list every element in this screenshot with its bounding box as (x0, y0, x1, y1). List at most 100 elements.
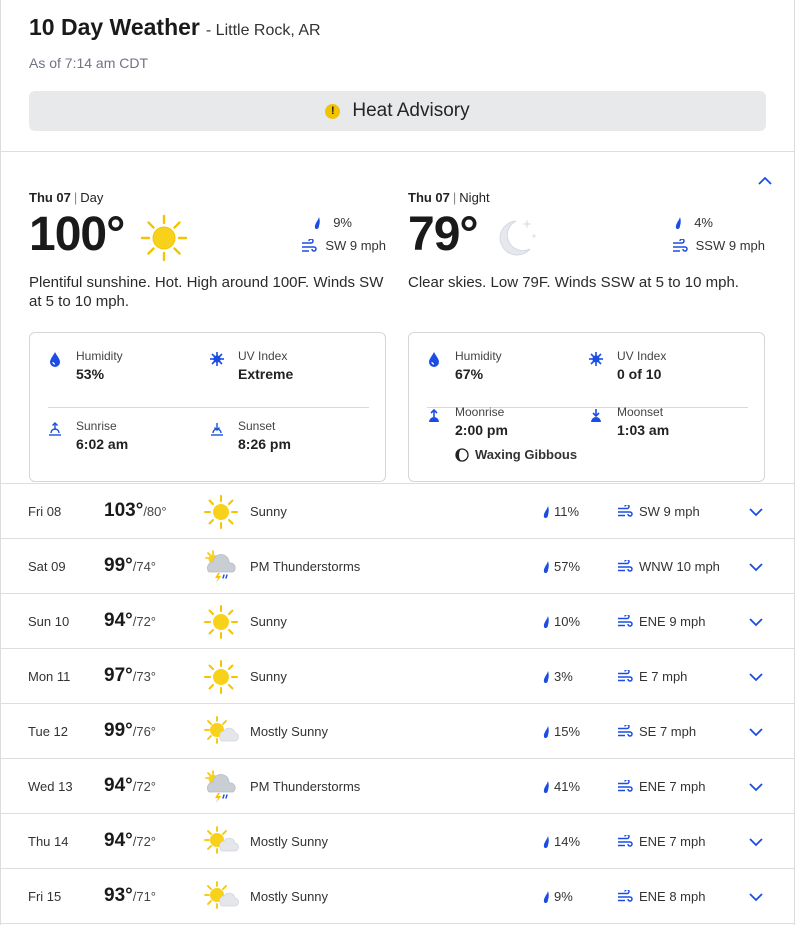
row-low-temp: /72° (132, 834, 157, 849)
raindrop-icon (315, 216, 320, 229)
page-title: 10 Day Weather (29, 14, 200, 40)
mostly-sunny-icon (203, 824, 239, 860)
row-wind-value: WNW 10 mph (639, 559, 720, 574)
night-mini-stats: 4% SSW 9 mph (670, 211, 765, 257)
row-wind-value: ENE 9 mph (639, 614, 706, 629)
row-precip-value: 57% (554, 559, 581, 574)
row-wind: ENE 7 mph (617, 779, 705, 794)
row-wind-value: ENE 7 mph (639, 834, 706, 849)
wind-icon (672, 238, 688, 252)
row-low-temp: /73° (132, 669, 157, 684)
moon-icon (499, 219, 537, 256)
row-wind: E 7 mph (617, 669, 687, 684)
row-wind: ENE 9 mph (617, 614, 705, 629)
row-precip-value: 11% (554, 504, 580, 519)
sun-icon (140, 214, 188, 262)
chevron-down-icon[interactable] (747, 668, 765, 686)
row-condition: PM Thunderstorms (250, 559, 361, 574)
uv-icon (210, 352, 224, 366)
row-high-temp: 93° (104, 885, 133, 906)
forecast-row[interactable]: Wed 13 94°/72° PM Thunderstorms 41% ENE … (1, 759, 794, 814)
chevron-up-icon[interactable] (756, 172, 774, 190)
row-date: Sun 10 (28, 614, 70, 629)
row-date: Thu 14 (28, 834, 69, 849)
alert-icon: ! (325, 103, 341, 119)
wind-icon (618, 615, 633, 627)
day-narrative: Plentiful sunshine. Hot. High around 100… (29, 274, 384, 310)
night-uv-value: 0 of 10 (617, 366, 662, 382)
mostly-sunny-icon (203, 879, 239, 915)
night-period: Night (459, 190, 490, 205)
row-high-temp: 97° (104, 665, 133, 686)
wind-icon (618, 725, 633, 737)
row-wind-value: SW 9 mph (639, 504, 700, 519)
wind-icon (618, 835, 633, 847)
night-temp: 79° (408, 208, 479, 261)
title-row: 10 Day Weather - Little Rock, AR (29, 14, 766, 41)
day-temp-row: 100° 9% SW 9 mph (29, 207, 386, 267)
forecast-row[interactable]: Fri 15 93°/71° Mostly Sunny 9% ENE 8 mph (1, 869, 794, 924)
forecast-row[interactable]: Sat 09 99°/74° PM Thunderstorms 57% WNW … (1, 539, 794, 594)
day-humidity-value: 53% (76, 366, 105, 382)
chevron-down-icon[interactable] (747, 888, 765, 906)
forecast-row[interactable]: Mon 11 97°/73° Sunny 3% E 7 mph (1, 649, 794, 704)
forecast-row[interactable]: Fri 08 103°/80° Sunny 11% SW 9 mph (1, 484, 794, 539)
row-date: Fri 15 (28, 889, 62, 904)
row-wind-value: ENE 8 mph (639, 889, 706, 904)
row-precip: 11% (540, 504, 579, 519)
row-temps: 94°/72° (104, 610, 156, 632)
night-humidity-label: Humidity (455, 349, 502, 363)
row-precip: 15% (540, 724, 580, 739)
chevron-down-icon[interactable] (747, 833, 765, 851)
humidity-icon (50, 352, 60, 367)
heat-advisory-button[interactable]: ! Heat Advisory (29, 91, 766, 131)
row-condition: PM Thunderstorms (250, 779, 361, 794)
row-high-temp: 103° (104, 500, 144, 521)
night-period-label: Thu 07 | Night (408, 190, 490, 205)
row-precip-value: 41% (554, 779, 581, 794)
day-precip: 9% (333, 215, 352, 230)
row-high-temp: 94° (104, 775, 133, 796)
moonset-icon (591, 409, 601, 422)
row-precip-value: 3% (554, 669, 573, 684)
chevron-down-icon[interactable] (747, 778, 765, 796)
forecast-row[interactable]: Tue 12 99°/76° Mostly Sunny 15% SE 7 mph (1, 704, 794, 759)
row-wind: ENE 7 mph (617, 834, 705, 849)
chevron-down-icon[interactable] (747, 723, 765, 741)
wind-icon (302, 238, 318, 252)
day-period-label: Thu 07 | Day (29, 190, 104, 205)
raindrop-icon (543, 670, 549, 683)
raindrop-icon (543, 505, 549, 518)
thunderstorm-icon (203, 549, 239, 585)
raindrop-icon (543, 780, 549, 793)
night-panel: Thu 07 | Night 79° 4% SSW 9 mph Clear skie… (408, 190, 765, 482)
uv-icon (589, 352, 603, 366)
row-date: Fri 08 (28, 504, 62, 519)
row-precip-value: 9% (554, 889, 573, 904)
daily-forecast-list: Fri 08 103°/80° Sunny 11% SW 9 mph Sat 0… (1, 484, 794, 924)
sunrise-label: Sunrise (76, 419, 117, 433)
day-humidity-label: Humidity (76, 349, 123, 363)
day-panel: Thu 07 | Day 100° 9% SW 9 mph Plentiful … (29, 190, 386, 482)
row-low-temp: /72° (132, 614, 157, 629)
raindrop-icon (543, 835, 549, 848)
day-mini-stats: 9% SW 9 mph (301, 211, 386, 257)
forecast-row[interactable]: Thu 14 94°/72° Mostly Sunny 14% ENE 7 mp… (1, 814, 794, 869)
chevron-down-icon[interactable] (747, 558, 765, 576)
forecast-row[interactable]: Sun 10 94°/72° Sunny 10% ENE 9 mph (1, 594, 794, 649)
night-humidity-value: 67% (455, 366, 484, 382)
chevron-down-icon[interactable] (747, 503, 765, 521)
sunset-value: 8:26 pm (238, 436, 291, 452)
row-high-temp: 94° (104, 830, 133, 851)
chevron-down-icon[interactable] (747, 613, 765, 631)
moonrise-value: 2:00 pm (455, 422, 508, 438)
moonset-label: Moonset (617, 405, 664, 419)
row-date: Tue 12 (28, 724, 68, 739)
row-low-temp: /71° (132, 889, 157, 904)
sunny-icon (203, 604, 239, 640)
row-high-temp: 99° (104, 720, 133, 741)
night-uv-label: UV Index (617, 349, 667, 363)
row-temps: 99°/74° (104, 555, 156, 577)
today-details: Thu 07 | Day 100° 9% SW 9 mph Plentiful … (1, 152, 794, 484)
wind-icon (618, 890, 633, 902)
